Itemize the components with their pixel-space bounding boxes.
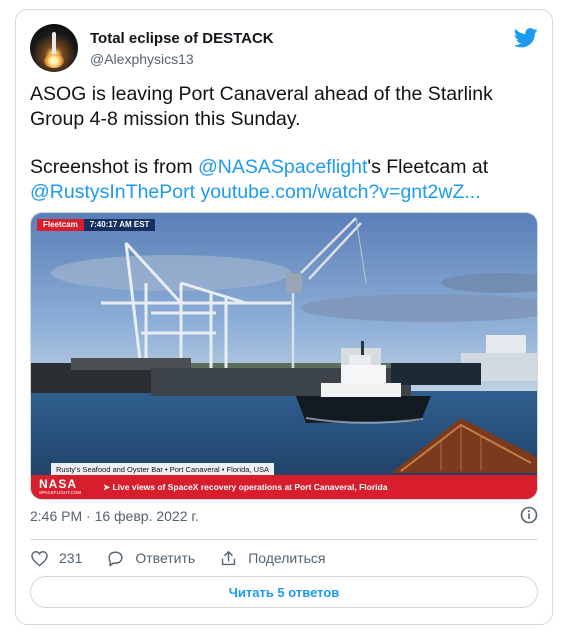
twitter-bird-icon[interactable]	[514, 28, 538, 48]
divider	[30, 539, 538, 540]
share-icon	[222, 550, 236, 565]
fleetcam-hud: Fleetcam 7:40:17 AM EST	[37, 219, 156, 231]
tweet-timestamp[interactable]: 2:46 PM · 16 февр. 2022 г.	[30, 508, 199, 524]
tweet-actions: 231 Ответить Поделиться	[30, 547, 350, 569]
read-replies-button[interactable]: Читать 5 ответов	[30, 576, 538, 608]
text-prefix: Screenshot is from	[30, 156, 198, 178]
youtube-link[interactable]: youtube.com/watch?v=gnt2wZ...	[200, 181, 480, 203]
tweet-paragraph-1: ASOG is leaving Port Canaveral ahead of …	[30, 83, 493, 130]
mention-rustysintheport[interactable]: @RustysInThePort	[30, 181, 195, 203]
share-label: Поделиться	[248, 550, 326, 566]
tweet-media-image[interactable]: Fleetcam 7:40:17 AM EST Rusty's Seafood …	[30, 212, 538, 500]
author-name[interactable]: Total eclipse of DESTACK	[90, 30, 274, 47]
like-button[interactable]: 231	[30, 549, 82, 568]
mention-nasaspaceflight[interactable]: @NASASpaceflight	[198, 156, 367, 178]
text-middle: 's Fleetcam at	[367, 156, 489, 178]
reply-bubble-icon	[108, 550, 123, 566]
harbor-scene	[31, 213, 537, 499]
reply-button[interactable]: Ответить	[106, 549, 195, 568]
info-icon[interactable]	[520, 506, 538, 524]
author-handle[interactable]: @Alexphysics13	[90, 51, 194, 67]
tweet-paragraph-2: Screenshot is from @NASASpaceflight's Fl…	[30, 155, 530, 204]
video-time-label: 7:40:17 AM EST	[83, 219, 156, 231]
tweet-card[interactable]: Total eclipse of DESTACK @Alexphysics13 …	[15, 9, 553, 625]
heart-icon	[31, 550, 48, 567]
nasaspaceflight-logo: NASA SPACEFLIGHT.COM	[39, 477, 82, 495]
fleetcam-label: Fleetcam	[37, 219, 84, 231]
avatar[interactable]	[30, 24, 78, 72]
like-count: 231	[59, 550, 83, 566]
banner-caption: ➤ Live views of SpaceX recovery operatio…	[103, 481, 388, 492]
nasaspaceflight-banner: NASA SPACEFLIGHT.COM ➤ Live views of Spa…	[31, 475, 537, 499]
reply-label: Ответить	[135, 550, 196, 566]
tweet-text: ASOG is leaving Port Canaveral ahead of …	[30, 82, 530, 204]
share-button[interactable]: Поделиться	[219, 549, 326, 568]
